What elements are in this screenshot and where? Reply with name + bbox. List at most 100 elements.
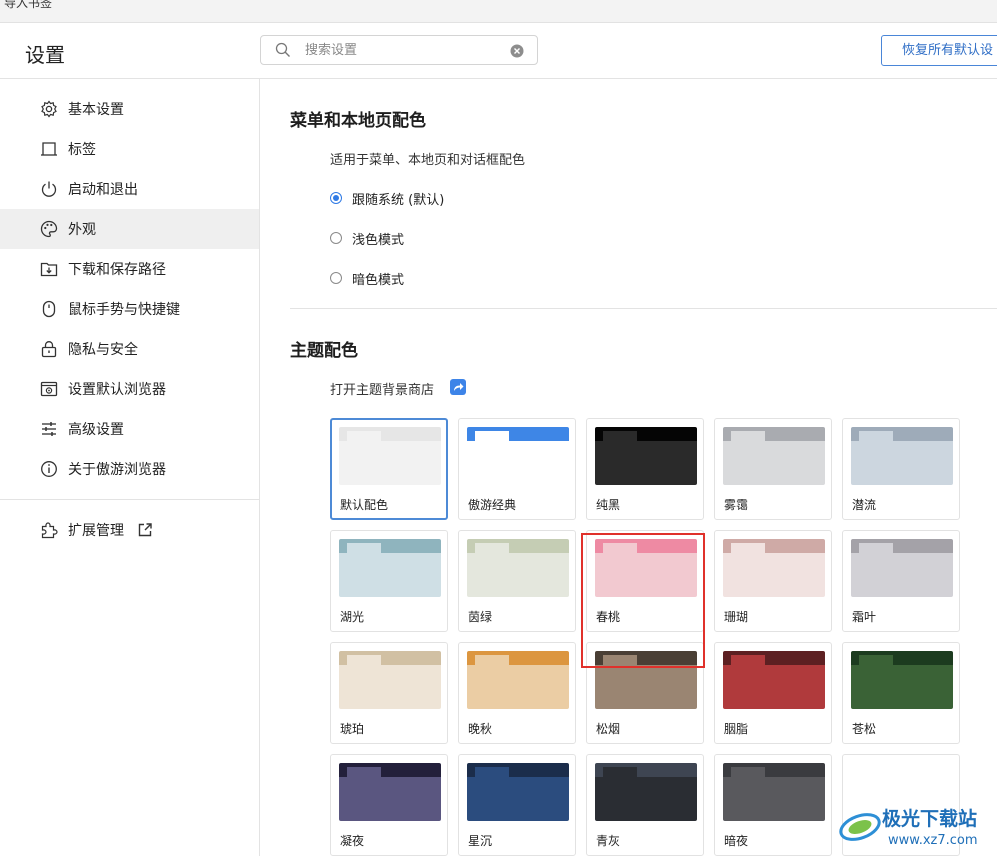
clear-icon[interactable] (510, 44, 524, 58)
theme-preview-tab (475, 543, 509, 553)
theme-tile[interactable]: 茵绿 (458, 530, 576, 632)
theme-preview-body (723, 665, 825, 709)
sidebar-item-advanced[interactable]: 高级设置 (0, 409, 259, 449)
site-watermark-logo: 极光下载站 www.xz7.com (839, 807, 978, 848)
sidebar-item-startup[interactable]: 启动和退出 (0, 169, 259, 209)
theme-preview-tab (731, 767, 765, 777)
theme-name: 琥珀 (340, 722, 365, 736)
theme-preview (851, 427, 953, 485)
theme-name: 胭脂 (724, 722, 749, 736)
theme-preview-tab (603, 431, 637, 441)
theme-tile[interactable]: 青灰 (586, 754, 704, 856)
info-icon (41, 461, 57, 477)
sidebar-item-appearance[interactable]: 外观 (0, 209, 259, 249)
sidebar-item-tabs[interactable]: 标签 (0, 129, 259, 169)
theme-tile[interactable]: 松烟 (586, 642, 704, 744)
section-divider (290, 308, 997, 309)
theme-name: 凝夜 (340, 834, 365, 848)
search-input[interactable] (305, 40, 505, 60)
theme-preview-body (723, 441, 825, 485)
sidebar-item-privacy[interactable]: 隐私与安全 (0, 329, 259, 369)
theme-preview (339, 651, 441, 709)
theme-tile[interactable]: 傲游经典 (458, 418, 576, 520)
theme-name: 春桃 (596, 610, 621, 624)
sidebar-item-label: 外观 (68, 222, 96, 238)
radio-button[interactable] (330, 232, 342, 244)
sidebar-item-downloads[interactable]: 下载和保存路径 (0, 249, 259, 289)
sidebar-divider (0, 499, 259, 500)
theme-tile[interactable]: 霜叶 (842, 530, 960, 632)
download-folder-icon (40, 262, 58, 277)
theme-tile[interactable]: 苍松 (842, 642, 960, 744)
theme-store-link[interactable]: 打开主题背景商店 (330, 379, 466, 398)
theme-tile[interactable]: 珊瑚 (714, 530, 832, 632)
theme-preview (595, 427, 697, 485)
theme-tile[interactable]: 星沉 (458, 754, 576, 856)
theme-preview (851, 539, 953, 597)
radio-button[interactable] (330, 272, 342, 284)
radio-label: 暗色模式 (352, 273, 405, 288)
sidebar-item-basic[interactable]: 基本设置 (0, 89, 259, 129)
gear-icon (41, 100, 57, 118)
theme-preview (723, 763, 825, 821)
sidebar: 基本设置 标签 启动和退出 外观 下载和保存路径 鼠标手势与快捷键 隐私与安全 … (0, 79, 260, 856)
theme-tile[interactable]: 纯黑 (586, 418, 704, 520)
theme-preview (467, 763, 569, 821)
theme-tile[interactable]: 琥珀 (330, 642, 448, 744)
import-bookmarks-link[interactable]: 导入书签 (4, 0, 52, 11)
theme-preview (467, 539, 569, 597)
theme-preview (339, 427, 441, 485)
theme-preview-tab (347, 431, 381, 441)
theme-name: 苍松 (852, 722, 877, 736)
sidebar-item-label: 扩展管理 (68, 523, 124, 539)
sidebar-item-label: 鼠标手势与快捷键 (68, 302, 180, 318)
theme-name: 傲游经典 (468, 498, 517, 512)
theme-tile[interactable]: 胭脂 (714, 642, 832, 744)
sidebar-item-label: 基本设置 (68, 102, 124, 118)
radio-button[interactable] (330, 192, 342, 204)
theme-name: 霜叶 (852, 610, 877, 624)
external-link-icon[interactable] (137, 522, 153, 538)
sidebar-item-default-browser[interactable]: 设置默认浏览器 (0, 369, 259, 409)
theme-tile[interactable]: 春桃 (586, 530, 704, 632)
theme-name: 星沉 (468, 834, 493, 848)
theme-preview (467, 427, 569, 485)
sidebar-item-mouse[interactable]: 鼠标手势与快捷键 (0, 289, 259, 329)
theme-preview-body (595, 665, 697, 709)
search-icon (275, 42, 290, 57)
theme-tile[interactable]: 晚秋 (458, 642, 576, 744)
theme-tile[interactable]: 暗夜 (714, 754, 832, 856)
theme-name: 松烟 (596, 722, 621, 736)
theme-tile[interactable]: 雾霭 (714, 418, 832, 520)
share-arrow-icon[interactable] (450, 379, 466, 395)
theme-tile[interactable]: 潜流 (842, 418, 960, 520)
theme-name: 茵绿 (468, 610, 493, 624)
search-box[interactable] (260, 35, 538, 65)
sliders-icon (42, 422, 56, 436)
sidebar-item-label: 高级设置 (68, 422, 124, 438)
svg-text:www.xz7.com: www.xz7.com (888, 833, 978, 848)
theme-name: 珊瑚 (724, 610, 749, 624)
theme-preview-body (339, 777, 441, 821)
theme-tile[interactable]: 凝夜 (330, 754, 448, 856)
radio-label: 跟随系统 (默认) (352, 193, 445, 208)
sidebar-item-extensions[interactable]: 扩展管理 (0, 510, 259, 550)
theme-preview-tab (603, 543, 637, 553)
theme-preview-tab (475, 655, 509, 665)
browser-icon (40, 381, 58, 397)
sidebar-item-about[interactable]: 关于傲游浏览器 (0, 449, 259, 489)
sidebar-item-label: 标签 (68, 142, 96, 158)
theme-preview (723, 539, 825, 597)
theme-preview-body (723, 777, 825, 821)
theme-preview (339, 539, 441, 597)
theme-section-title: 主题配色 (290, 341, 358, 361)
theme-preview-body (339, 665, 441, 709)
theme-preview-tab (347, 543, 381, 553)
menu-color-description: 适用于菜单、本地页和对话框配色 (330, 153, 526, 168)
theme-tile[interactable]: 默认配色 (330, 418, 448, 520)
theme-tile[interactable]: 湖光 (330, 530, 448, 632)
restore-defaults-button[interactable]: 恢复所有默认设 (881, 35, 997, 66)
tab-icon (41, 142, 57, 156)
theme-name: 湖光 (340, 610, 365, 624)
theme-preview-body (467, 665, 569, 709)
